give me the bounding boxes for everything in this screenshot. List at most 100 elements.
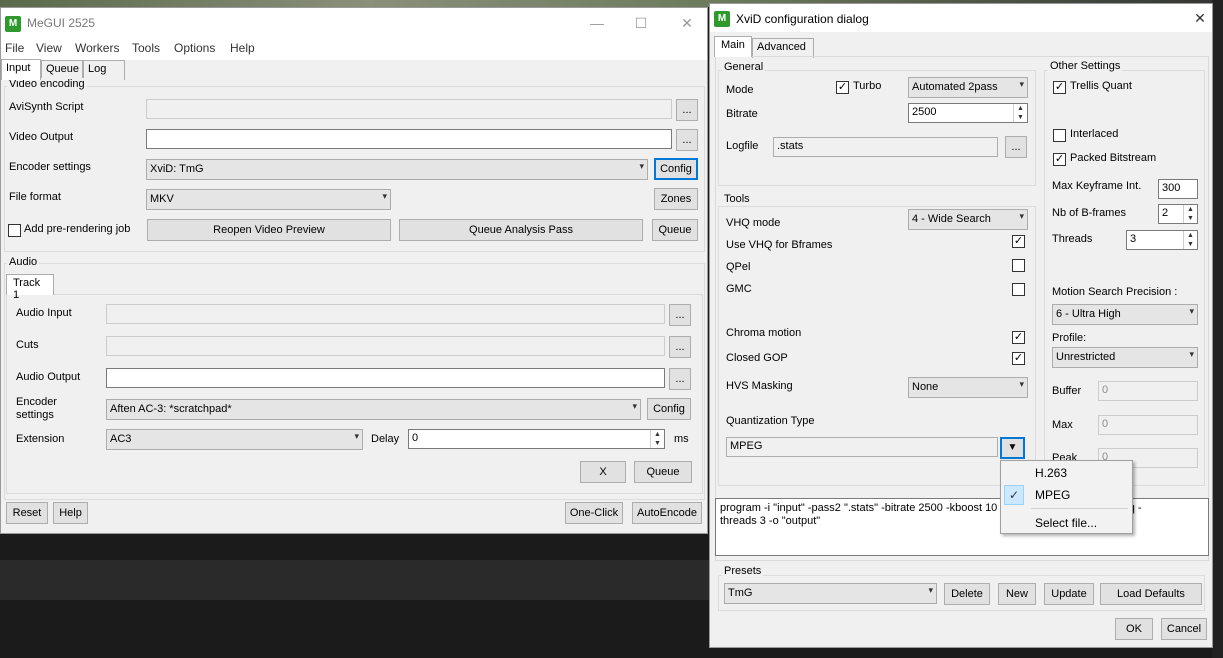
max-keyframe-label: Max Keyframe Int. xyxy=(1052,180,1142,192)
avisynth-input[interactable] xyxy=(146,99,672,119)
menu-options[interactable]: Options xyxy=(174,41,215,55)
interlaced-checkbox[interactable] xyxy=(1053,129,1066,142)
vhq-mode-select[interactable]: 4 - Wide Search ▾ xyxy=(908,209,1028,230)
close-icon[interactable]: ✕ xyxy=(673,12,701,34)
gmc-label: GMC xyxy=(726,283,752,295)
cuts-field[interactable] xyxy=(106,336,665,356)
menu-view[interactable]: View xyxy=(36,41,62,55)
mode-value: Automated 2pass xyxy=(912,81,998,93)
xvid-titlebar[interactable]: M XviD configuration dialog ✕ xyxy=(710,4,1212,32)
vhq-bframes-checkbox[interactable]: ✓ xyxy=(1012,235,1025,248)
megui-titlebar[interactable]: M MeGUI 2525 — ☐ ✕ xyxy=(1,8,707,38)
reset-button[interactable]: Reset xyxy=(6,502,48,524)
audio-output-field[interactable] xyxy=(106,368,665,388)
spin-arrows-icon[interactable]: ▲ ▼ xyxy=(650,430,664,448)
file-format-select[interactable]: MKV ▾ xyxy=(146,189,391,210)
presets-label: Presets xyxy=(722,565,764,577)
reopen-preview-button[interactable]: Reopen Video Preview xyxy=(147,219,391,241)
turbo-checkbox[interactable]: ✓ xyxy=(836,81,849,94)
quant-option-select-file[interactable]: Select file... xyxy=(1001,512,1132,534)
spin-arrows-icon[interactable]: ▲ ▼ xyxy=(1013,104,1027,122)
buffer-input[interactable]: 0 xyxy=(1098,381,1198,401)
gmc-checkbox[interactable] xyxy=(1012,283,1025,296)
threads-stepper[interactable]: 3 ▲ ▼ xyxy=(1126,230,1198,250)
hvs-masking-select[interactable]: None ▾ xyxy=(908,377,1028,398)
close-icon[interactable]: ✕ xyxy=(1186,7,1214,29)
load-defaults-button[interactable]: Load Defaults xyxy=(1100,583,1202,605)
chroma-motion-checkbox[interactable]: ✓ xyxy=(1012,331,1025,344)
tab-main[interactable]: Main xyxy=(714,36,752,57)
ok-button[interactable]: OK xyxy=(1115,618,1153,640)
prerender-checkbox[interactable] xyxy=(8,224,21,237)
qpel-checkbox[interactable] xyxy=(1012,259,1025,272)
menu-file[interactable]: File xyxy=(5,41,24,55)
quant-option-h263-label: H.263 xyxy=(1035,466,1068,480)
avisynth-browse-button[interactable]: ... xyxy=(676,99,698,121)
spin-arrows-icon[interactable]: ▲ ▼ xyxy=(1183,231,1197,249)
cuts-browse-button[interactable]: ... xyxy=(669,336,691,358)
checkmark-icon: ✓ xyxy=(1004,485,1024,505)
config-button[interactable]: Config xyxy=(654,158,698,180)
one-click-button[interactable]: One-Click xyxy=(565,502,623,524)
mode-select[interactable]: Automated 2pass ▾ xyxy=(908,77,1028,98)
audio-clear-button[interactable]: X xyxy=(580,461,626,483)
menu-workers[interactable]: Workers xyxy=(75,41,119,55)
bitrate-value: 2500 xyxy=(912,106,937,118)
queue-analysis-button[interactable]: Queue Analysis Pass xyxy=(399,219,643,241)
logfile-field[interactable]: .stats xyxy=(773,137,998,157)
motion-precision-select[interactable]: 6 - Ultra High ▾ xyxy=(1052,304,1198,325)
cancel-button[interactable]: Cancel xyxy=(1161,618,1207,640)
bframes-value: 2 xyxy=(1162,207,1169,219)
preset-delete-button[interactable]: Delete xyxy=(944,583,990,605)
audio-input-browse-button[interactable]: ... xyxy=(669,304,691,326)
extension-value: AC3 xyxy=(110,433,132,445)
chevron-down-icon: ▾ xyxy=(1019,379,1024,389)
tab-log[interactable]: Log xyxy=(83,60,125,80)
closed-gop-checkbox[interactable]: ✓ xyxy=(1012,352,1025,365)
maximize-icon[interactable]: ☐ xyxy=(627,12,655,34)
encoder-settings-select[interactable]: XviD: TmG ▾ xyxy=(146,159,648,180)
desktop-right-edge xyxy=(1212,0,1223,658)
video-queue-button[interactable]: Queue xyxy=(652,219,698,241)
spin-arrows-icon[interactable]: ▲ ▼ xyxy=(1183,205,1197,223)
video-output-input[interactable] xyxy=(146,129,672,149)
delay-stepper[interactable]: 0 ▲ ▼ xyxy=(408,429,665,449)
max-keyframe-input[interactable]: 300 xyxy=(1158,179,1198,199)
menu-help[interactable]: Help xyxy=(230,41,255,55)
autoencode-button[interactable]: AutoEncode xyxy=(632,502,702,524)
quant-option-h263[interactable]: H.263 xyxy=(1001,462,1132,484)
chevron-down-icon: ▾ xyxy=(382,191,387,201)
tab-queue[interactable]: Queue xyxy=(41,60,83,80)
max-input[interactable]: 0 xyxy=(1098,415,1198,435)
bitrate-stepper[interactable]: 2500 ▲ ▼ xyxy=(908,103,1028,123)
audio-config-button[interactable]: Config xyxy=(647,398,691,420)
audio-output-label: Audio Output xyxy=(16,371,81,383)
preset-new-button[interactable]: New xyxy=(998,583,1036,605)
audio-input-field[interactable] xyxy=(106,304,665,324)
bframes-stepper[interactable]: 2 ▲ ▼ xyxy=(1158,204,1198,224)
quant-option-mpeg[interactable]: ✓ MPEG xyxy=(1001,484,1132,506)
packed-bitstream-checkbox[interactable]: ✓ xyxy=(1053,153,1066,166)
preset-select[interactable]: TmG ▾ xyxy=(724,583,937,604)
logfile-browse-button[interactable]: ... xyxy=(1005,136,1027,158)
tab-input[interactable]: Input xyxy=(1,59,41,80)
tab-advanced[interactable]: Advanced xyxy=(752,38,814,58)
extension-select[interactable]: AC3 ▾ xyxy=(106,429,363,450)
help-button[interactable]: Help xyxy=(53,502,88,524)
quantization-type-field[interactable]: MPEG xyxy=(726,437,998,457)
packed-bitstream-label: Packed Bitstream xyxy=(1070,152,1157,164)
menu-tools[interactable]: Tools xyxy=(132,41,160,55)
minimize-icon[interactable]: — xyxy=(583,12,611,34)
audio-output-browse-button[interactable]: ... xyxy=(669,368,691,390)
tab-track-1[interactable]: Track 1 xyxy=(6,274,54,301)
trellis-checkbox[interactable]: ✓ xyxy=(1053,81,1066,94)
prerender-label: Add pre-rendering job xyxy=(24,223,131,235)
zones-button[interactable]: Zones xyxy=(654,188,698,210)
quantization-dropdown-button[interactable]: ▼ xyxy=(1000,437,1025,459)
video-output-browse-button[interactable]: ... xyxy=(676,129,698,151)
audio-encoder-select[interactable]: Aften AC-3: *scratchpad* ▾ xyxy=(106,399,641,420)
chevron-down-icon: ▾ xyxy=(354,431,359,441)
profile-select[interactable]: Unrestricted ▾ xyxy=(1052,347,1198,368)
audio-queue-button[interactable]: Queue xyxy=(634,461,692,483)
preset-update-button[interactable]: Update xyxy=(1044,583,1094,605)
